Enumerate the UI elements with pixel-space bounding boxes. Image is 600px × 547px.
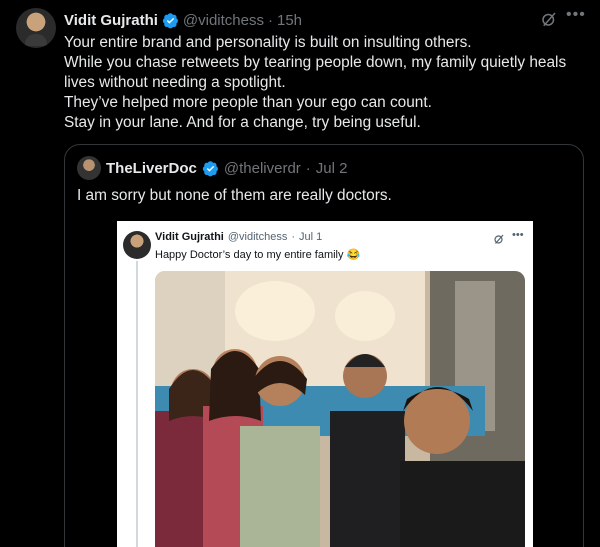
quoted-author-handle: @theliverdr xyxy=(223,159,301,177)
screenshot-time: Jul 1 xyxy=(299,231,323,243)
screenshot-avatar xyxy=(123,231,151,259)
quoted-tweet[interactable]: TheLiverDoc @theliverdr · Jul 2 I am sor… xyxy=(64,144,584,547)
more-icon: ••• xyxy=(512,229,524,241)
tweet-line: Your entire brand and personality is bui… xyxy=(64,34,472,51)
tweet-text: Your entire brand and personality is bui… xyxy=(64,33,584,133)
tweet-header: Vidit Gujrathi @viditchess · 15h xyxy=(64,9,302,31)
tweet-line: They’ve helped more people than your ego… xyxy=(64,94,432,111)
more-icon[interactable]: ••• xyxy=(566,6,586,24)
quoted-tweet-header: TheLiverDoc @theliverdr · Jul 2 xyxy=(77,156,348,180)
tweet-line: While you chase retweets by tearing peop… xyxy=(64,54,567,71)
author-avatar[interactable] xyxy=(16,8,56,48)
tweet-time[interactable]: 15h xyxy=(277,12,302,29)
screenshot-text: Happy Doctor’s day to my entire family 😂 xyxy=(155,249,361,261)
tweet[interactable]: Vidit Gujrathi @viditchess · 15h ••• You… xyxy=(0,0,600,547)
verified-badge-icon xyxy=(202,160,218,176)
screenshot-author-name: Vidit Gujrathi xyxy=(155,231,224,243)
screenshot-header: Vidit Gujrathi @viditchess · Jul 1 xyxy=(155,231,322,243)
grok-icon xyxy=(494,234,504,244)
family-photo xyxy=(155,271,525,547)
quoted-tweet-text: I am sorry but none of them are really d… xyxy=(77,187,392,204)
verified-badge-icon xyxy=(162,12,178,28)
separator-dot: · xyxy=(305,159,311,177)
author-name[interactable]: Vidit Gujrathi xyxy=(64,12,158,29)
quoted-tweet-time: Jul 2 xyxy=(315,159,348,177)
quoted-author-name: TheLiverDoc xyxy=(106,159,197,177)
quoted-author-avatar xyxy=(77,156,101,180)
tweet-screenshot-image[interactable]: Vidit Gujrathi @viditchess · Jul 1 ••• H… xyxy=(117,221,533,547)
separator-dot: · xyxy=(268,11,273,29)
tweet-line: lives without needing a spotlight. xyxy=(64,74,286,91)
thread-line xyxy=(136,261,138,547)
author-handle[interactable]: @viditchess xyxy=(183,12,264,29)
grok-icon[interactable] xyxy=(540,10,558,28)
tweet-line: Stay in your lane. And for a change, try… xyxy=(64,114,421,131)
screenshot-handle: @viditchess xyxy=(227,231,288,243)
separator-dot: · xyxy=(291,231,295,243)
